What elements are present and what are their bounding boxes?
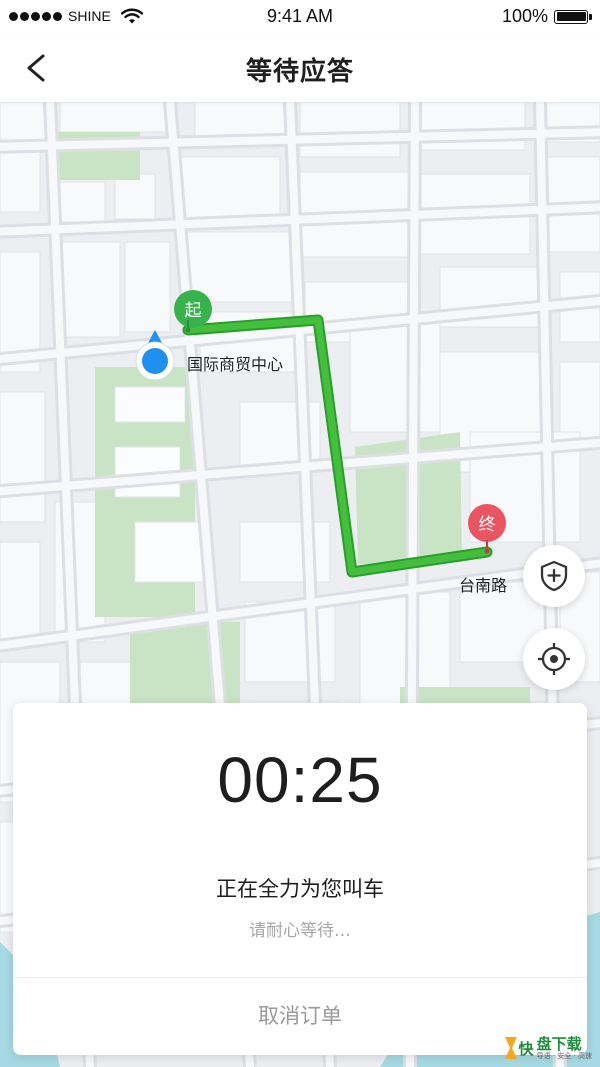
safety-button[interactable] xyxy=(523,545,585,607)
watermark-logo: 快 盘下载 导语 · 安全 · 高速 xyxy=(504,1035,592,1061)
end-pin: 终 xyxy=(467,504,509,558)
status-bar: SHINE 9:41 AM 100% xyxy=(0,0,600,34)
battery-tip xyxy=(589,13,592,20)
locate-me-button[interactable] xyxy=(523,628,585,690)
battery-icon xyxy=(554,9,588,24)
brand-tagline: 导语 · 安全 · 高速 xyxy=(536,1052,592,1060)
start-location-label: 国际商贸中心 xyxy=(187,355,284,374)
battery-percentage: 100% xyxy=(501,6,548,26)
location-icon xyxy=(135,330,175,381)
brand-name: 盘下载 xyxy=(536,1035,582,1053)
end-pin-icon: 终 xyxy=(468,504,506,554)
waiting-card: 00:25 正在全力为您叫车 请耐心等待… 取消订单 xyxy=(13,703,587,1055)
logo-char: 快 xyxy=(518,1040,534,1058)
page-title: 等待应答 xyxy=(245,57,354,87)
start-pin-icon: 起 xyxy=(174,290,212,333)
status-message: 正在全力为您叫车 xyxy=(216,877,384,901)
start-marker-text: 起 xyxy=(185,301,202,321)
shield-plus-icon xyxy=(540,560,568,592)
wait-timer: 00:25 xyxy=(217,744,383,816)
navigation-bar: 等待应答 xyxy=(0,34,600,102)
battery-indicator: 100% xyxy=(502,6,592,27)
start-pin: 起 xyxy=(173,290,215,338)
end-location-label: 台南路 xyxy=(459,576,508,595)
brand-logo-icon: 快 xyxy=(504,1037,534,1059)
cancel-order-button[interactable]: 取消订单 xyxy=(13,978,587,1055)
status-hint: 请耐心等待… xyxy=(249,921,351,941)
end-marker-text: 终 xyxy=(479,515,496,535)
current-location-marker xyxy=(134,330,176,386)
crosshair-icon xyxy=(538,643,570,675)
